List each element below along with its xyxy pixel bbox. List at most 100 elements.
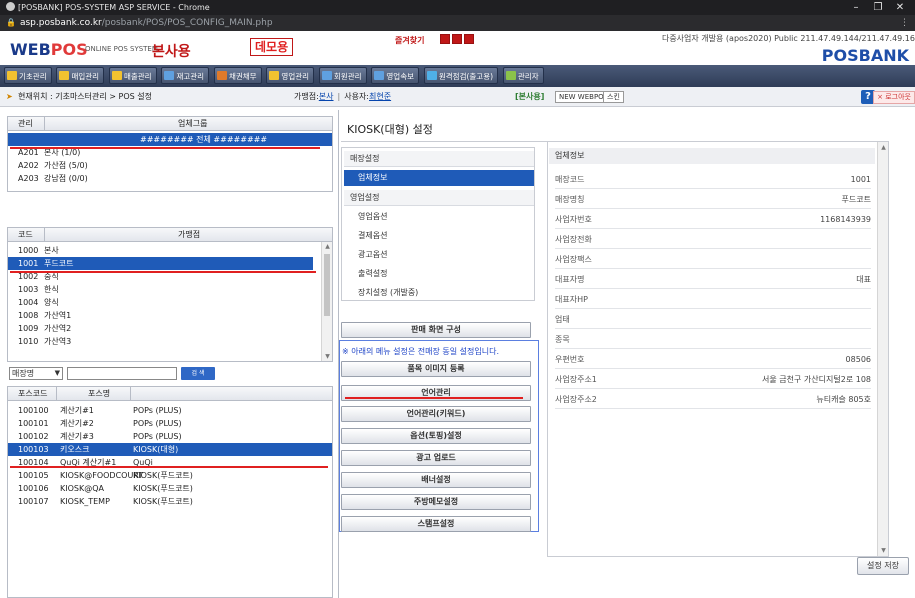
table-row[interactable]: 100101 계산기#2 POPs (PLUS) <box>8 417 332 430</box>
table-row-selected[interactable]: 100103 키오스크 KIOSK(대형) <box>8 443 332 456</box>
table-row-selected[interactable]: 1001 푸드코트 <box>8 257 313 270</box>
minimize-icon[interactable]: – <box>845 0 867 15</box>
sales-screen-button[interactable]: 판매 화면 구성 <box>341 322 531 338</box>
scroll-down-icon[interactable]: ▼ <box>878 547 889 554</box>
lock-icon: 🔒 <box>6 18 16 27</box>
save-settings-button[interactable]: 설정 저장 <box>857 557 909 575</box>
info-value: 08506 <box>845 355 871 364</box>
menu-inventory[interactable]: 재고관리 <box>161 67 210 84</box>
filter-search-input[interactable] <box>67 367 177 380</box>
menu-item-print-settings[interactable]: 출력설정 <box>344 266 534 282</box>
info-value: 서울 금천구 가산디지털2로 108 <box>762 375 871 384</box>
table-row[interactable]: 100102 계산기#3 POPs (PLUS) <box>8 430 332 443</box>
store-grid-scrollbar[interactable]: ▲ ▼ <box>321 242 332 361</box>
more-icon[interactable]: ⋮ <box>900 15 909 31</box>
table-row[interactable]: 1000 본사 <box>8 244 332 257</box>
favorite-slot[interactable] <box>464 34 474 44</box>
stamp-button[interactable]: 스탬프설정 <box>341 516 531 532</box>
menu-group-business: 영업설정 <box>344 190 534 206</box>
cell: POPs (PLUS) <box>133 432 182 441</box>
options-topping-button[interactable]: 옵션(토핑)설정 <box>341 428 531 444</box>
group-row-all[interactable]: ######## 전체 ######## <box>8 133 332 146</box>
info-row: 매장코드 1001 <box>555 170 871 189</box>
logo-web-text: WEB <box>10 40 51 59</box>
menu-credit[interactable]: 채권채무 <box>213 67 262 84</box>
table-row[interactable]: 1010 가산역3 <box>8 335 332 348</box>
search-button[interactable]: 검 색 <box>181 367 215 380</box>
ad-upload-button[interactable]: 광고 업로드 <box>341 450 531 466</box>
menu-item-payment-options[interactable]: 결제옵션 <box>344 228 534 244</box>
cell: 100107 <box>18 497 49 506</box>
window-title: [POSBANK] POS-SYSTEM ASP SERVICE - Chrom… <box>18 3 210 12</box>
scroll-down-icon[interactable]: ▼ <box>322 353 333 360</box>
scroll-up-icon[interactable]: ▲ <box>878 144 889 151</box>
item-image-button[interactable]: 품목 이미지 등록 <box>341 361 531 377</box>
table-row[interactable]: 1009 가산역2 <box>8 322 332 335</box>
favorite-slot[interactable] <box>452 34 462 44</box>
menu-item-device-settings[interactable]: 장치설정 (개발중) <box>344 285 534 301</box>
menu-report[interactable]: 영업속보 <box>371 67 419 84</box>
kitchen-memo-button[interactable]: 주방메모설정 <box>341 494 531 510</box>
favorite-slot[interactable] <box>440 34 450 44</box>
cell: 계산기#2 <box>60 419 94 428</box>
logout-button[interactable]: × 로그아웃 <box>873 91 915 104</box>
skin-button[interactable]: 스킨 <box>603 91 624 103</box>
cell: 한식 <box>44 285 59 294</box>
favorites-link[interactable]: 즐겨찾기 <box>395 35 424 46</box>
info-row: 사업장전화 <box>555 230 871 249</box>
table-row[interactable]: 1004 양식 <box>8 296 332 309</box>
menu-remote[interactable]: 원격점검(출고용) <box>423 67 499 84</box>
table-row[interactable]: 100107 KIOSK_TEMP KIOSK(푸드코트) <box>8 495 332 508</box>
address-bar[interactable]: 🔒 asp.posbank.co.kr/posbank/POS/POS_CONFI… <box>0 15 915 31</box>
scroll-up-icon[interactable]: ▲ <box>322 243 333 250</box>
cell: 100100 <box>18 406 49 415</box>
maximize-icon[interactable]: ❐ <box>867 0 889 15</box>
info-label: 사업자번호 <box>555 215 592 224</box>
language-keyword-button[interactable]: 언어관리(키워드) <box>341 406 531 422</box>
scroll-thumb[interactable] <box>324 254 330 316</box>
cell: 키오스크 <box>60 445 90 454</box>
table-row[interactable]: 100105 KIOSK@FOODCOURT KIOSK(푸드코트) <box>8 469 332 482</box>
user-link[interactable]: 최현준 <box>369 92 391 101</box>
company-info-header: 업체정보 <box>549 148 875 164</box>
menu-members[interactable]: 회원관리 <box>318 67 367 84</box>
menu-item-company-info[interactable]: 업체정보 <box>344 170 534 186</box>
menu-item-ad-options[interactable]: 광고옵션 <box>344 247 534 263</box>
info-label: 매장명칭 <box>555 195 585 204</box>
col-header: 업체그룹 <box>178 119 208 128</box>
menu-sales[interactable]: 매출관리 <box>108 67 157 84</box>
menu-admin[interactable]: 관리자 <box>502 67 544 84</box>
info-row: 사업장주소2 뉴티캐슬 805호 <box>555 390 871 409</box>
table-row[interactable]: 100100 계산기#1 POPs (PLUS) <box>8 404 332 417</box>
chart-icon <box>374 71 385 80</box>
menu-label: 관리자 <box>517 72 539 81</box>
posbank-logo: POSBANK <box>821 46 909 65</box>
webpos-logo: WEBPOS <box>10 40 88 59</box>
favorite-slots <box>440 34 476 47</box>
menu-item-business-options[interactable]: 영업옵션 <box>344 209 534 225</box>
info-row: 업태 <box>555 310 871 329</box>
close-icon[interactable]: ✕ <box>889 0 911 15</box>
info-value: 1001 <box>850 175 871 184</box>
cell: 계산기#3 <box>60 432 94 441</box>
window-titlebar: [POSBANK] POS-SYSTEM ASP SERVICE - Chrom… <box>0 0 915 15</box>
users-icon <box>321 71 332 80</box>
table-row[interactable]: 100106 KIOSK@QA KIOSK(푸드코트) <box>8 482 332 495</box>
menu-business[interactable]: 영업관리 <box>266 67 315 84</box>
group-grid: ######## 전체 ######## A201 본사 (1/0) A202 가산… <box>7 131 333 192</box>
banner-button[interactable]: 배너설정 <box>341 472 531 488</box>
menu-basic[interactable]: 기초관리 <box>4 67 52 84</box>
cell: A203 <box>18 174 39 183</box>
table-row[interactable]: 1003 한식 <box>8 283 332 296</box>
box-icon <box>164 71 175 80</box>
location-bar: ➤ 현재위치 : 기초마스터관리 > POS 설정 가맹점:본사 | 사용자:최현준… <box>0 87 915 107</box>
store-link[interactable]: 본사 <box>319 92 334 101</box>
filter-select[interactable]: 매장명 ▼ <box>9 367 63 380</box>
menu-purchase[interactable]: 매입관리 <box>56 67 105 84</box>
table-row[interactable]: A203 강남점 (0/0) <box>8 172 332 185</box>
col-header: 포스코드 <box>18 389 48 398</box>
store-filter: 매장명 ▼ 검 색 <box>7 366 333 382</box>
info-scrollbar[interactable]: ▲ ▼ <box>877 142 888 556</box>
table-row[interactable]: A202 가산점 (5/0) <box>8 159 332 172</box>
table-row[interactable]: 1008 가산역1 <box>8 309 332 322</box>
